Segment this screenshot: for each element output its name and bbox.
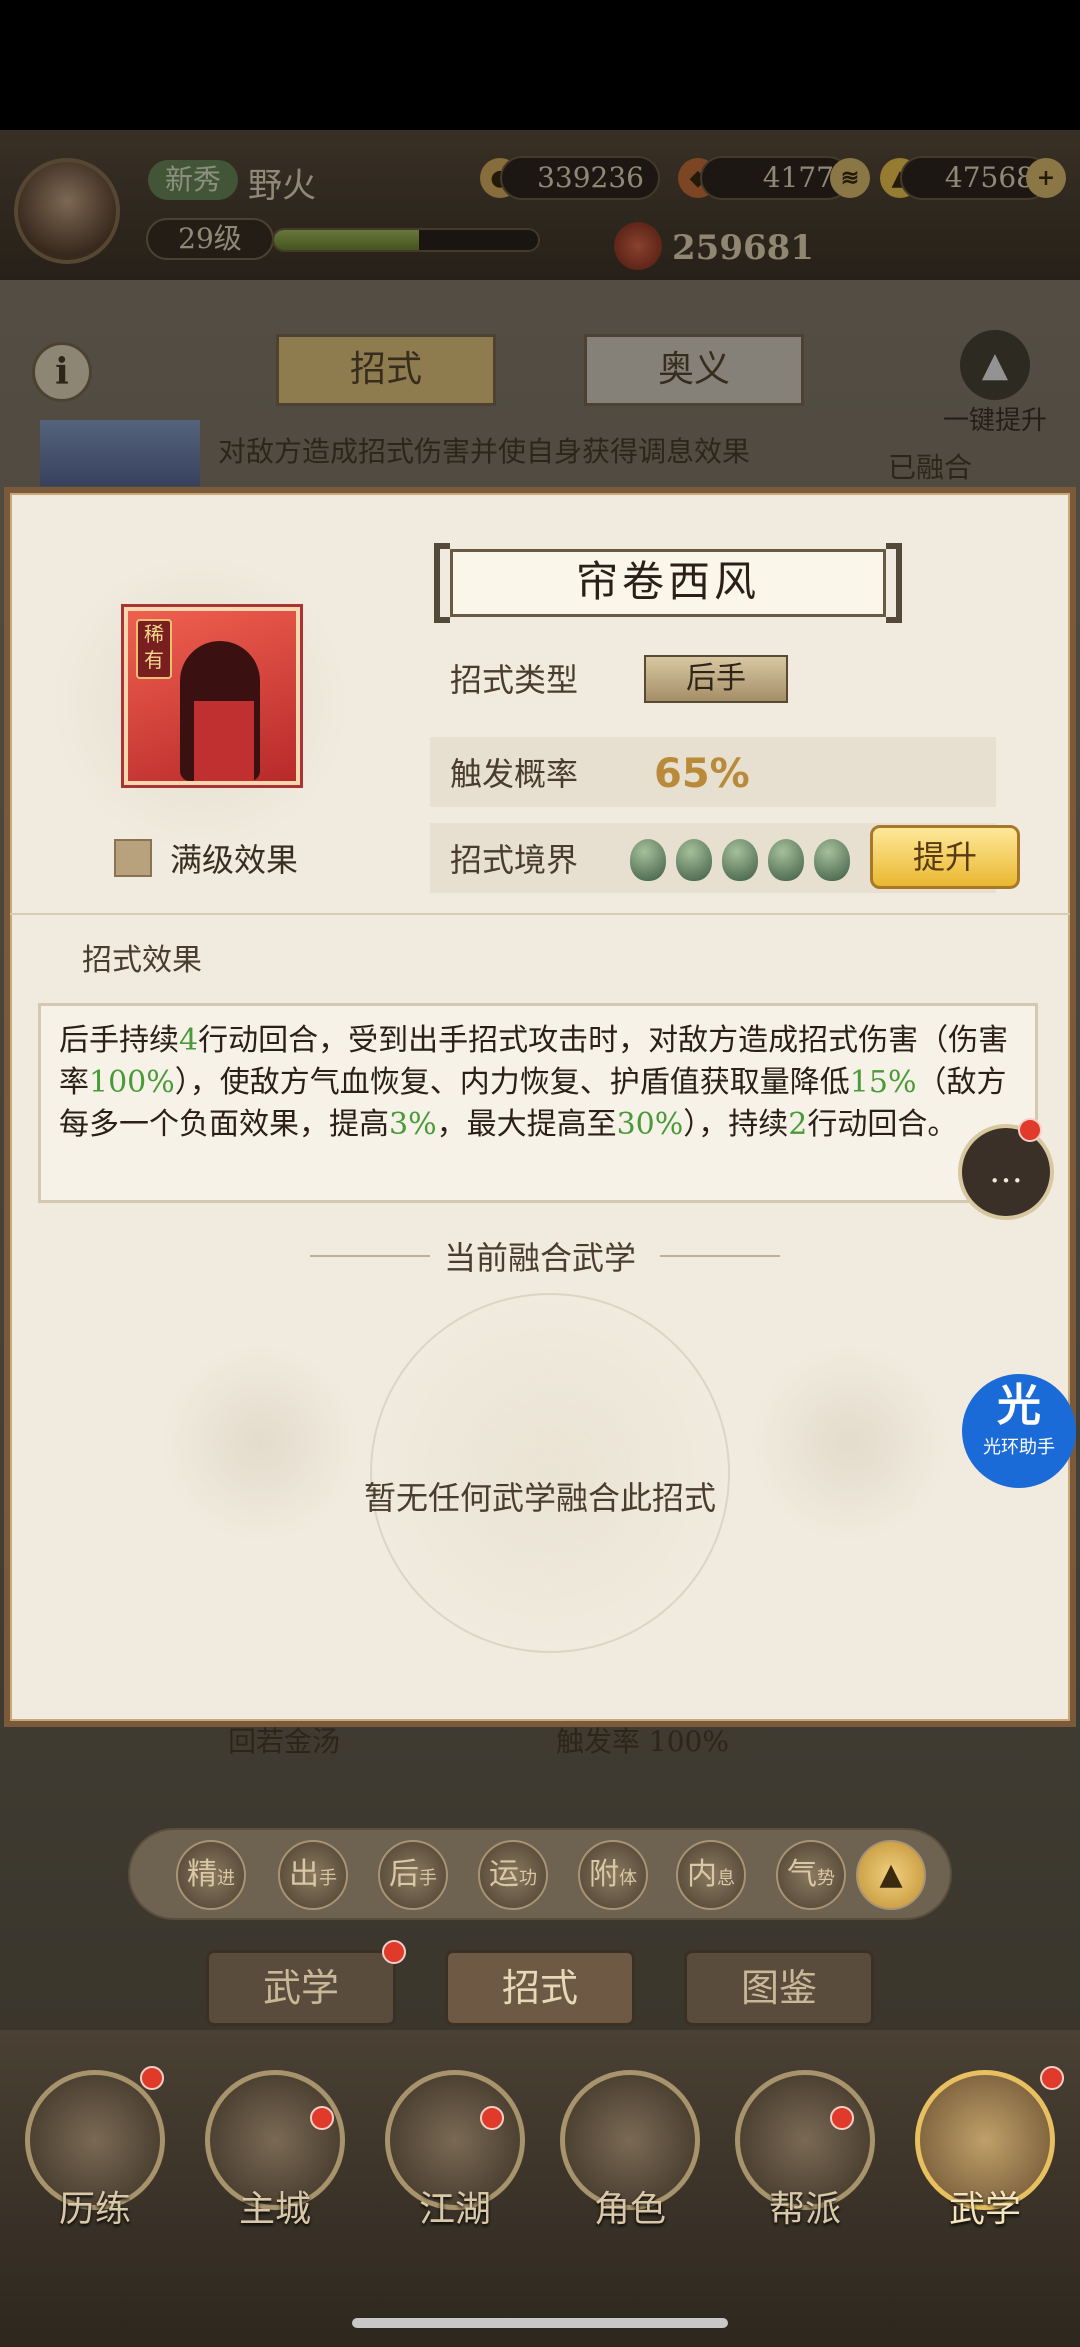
divider [10,913,1070,915]
skill-figure-robe [194,701,254,781]
filter-sub-char: 功 [519,1868,537,1889]
rare-tag: 稀有 [136,619,172,679]
nav-guild-dot [830,2106,854,2130]
type-label: 招式类型 [450,661,579,699]
effect-value: 15% [849,1065,917,1100]
effect-value: 30% [616,1107,684,1142]
filter-button[interactable]: 内息 [676,1840,746,1910]
effect-text: ，最大提高至 [436,1107,617,1142]
filter-button[interactable]: 附体 [578,1840,648,1910]
chat-notification-dot [1018,1118,1042,1142]
filter-collapse-icon[interactable]: ▲ [856,1840,926,1910]
nav-guild-label: 帮派 [768,2189,841,2230]
subtab-martial[interactable]: 武学 [206,1950,396,2026]
filter-sub-char: 手 [319,1868,337,1889]
subtab-codex[interactable]: 图鉴 [684,1950,874,2026]
upgrade-button[interactable]: 提升 [870,825,1020,889]
effect-text: ），使敌方气血恢复、内力恢复、护盾值获取量降低 [174,1065,850,1100]
helper-app-button[interactable]: 光 光环助手 [962,1374,1076,1488]
realm-gourd-icon [768,839,804,881]
subtab-moves[interactable]: 招式 [445,1950,635,2026]
nav-martial-dot [1040,2066,1064,2090]
fusion-title: 当前融合武学 [443,1239,636,1277]
title-bracket-right [886,543,902,623]
nav-martial-label: 武学 [948,2189,1021,2230]
skill-title: 帘卷西风 [450,549,886,617]
filter-main-char: 后 [389,1857,419,1892]
chat-bubble-icon[interactable]: … [958,1124,1054,1220]
filter-sub-char: 势 [817,1868,835,1889]
effect-value: 3% [389,1107,437,1142]
nav-jianghu-dot [480,2106,504,2130]
type-value: 后手 [644,655,788,703]
effect-text: 行动回合。 [807,1107,958,1142]
app-root: 新秀 野火 29级 ● 339236 ◆ 4177 ≋ ▲ 47568 + 25… [0,0,1080,2347]
filter-main-char: 附 [589,1857,619,1892]
skill-icon: 稀有 [121,604,303,788]
effect-description: 后手持续4行动回合，受到出手招式攻击时，对敌方造成招式伤害（伤害率100%），使… [38,1003,1038,1203]
fusion-empty-text: 暂无任何武学融合此招式 [363,1479,716,1517]
filter-main-char: 运 [489,1857,519,1892]
nav-character-label: 角色 [593,2189,666,2230]
rate-value: 65% [654,751,750,797]
title-bracket-left [434,543,450,623]
filter-main-char: 出 [289,1857,319,1892]
filter-button[interactable]: 气势 [776,1840,846,1910]
subtab-martial-dot [382,1940,406,1964]
filter-button[interactable]: 后手 [378,1840,448,1910]
realm-gourd-icon [676,839,712,881]
effect-value: 100% [89,1065,175,1100]
realm-gourd-icon [722,839,758,881]
rate-label: 触发概率 [450,755,579,793]
nav-training[interactable]: 历练 [20,2070,170,2240]
nav-jianghu-label: 江湖 [418,2189,491,2230]
nav-city[interactable]: 主城 [200,2070,350,2240]
nav-city-dot [310,2106,334,2130]
nav-martial[interactable]: 武学 [910,2070,1060,2240]
nav-jianghu[interactable]: 江湖 [380,2070,530,2240]
filter-sub-char: 手 [419,1868,437,1889]
effect-value: 2 [788,1107,808,1142]
filter-main-char: 内 [687,1857,717,1892]
filter-sub-char: 息 [717,1868,735,1889]
filter-main-char: 气 [787,1857,817,1892]
effect-section-label: 招式效果 [82,943,202,978]
filter-button[interactable]: 精进 [176,1840,246,1910]
realm-label: 招式境界 [450,841,579,879]
filter-button[interactable]: 运功 [478,1840,548,1910]
nav-training-label: 历练 [58,2189,131,2230]
filter-sub-char: 体 [619,1868,637,1889]
helper-label: 光环助手 [983,1437,1055,1458]
filter-main-char: 精 [187,1857,217,1892]
filter-button[interactable]: 出手 [278,1840,348,1910]
realm-gourd-icon [814,839,850,881]
nav-training-dot [140,2066,164,2090]
effect-value: 4 [179,1023,199,1058]
max-effect-checkbox[interactable] [114,839,152,877]
realm-gourd-icon [630,839,666,881]
max-effect-label: 满级效果 [170,841,299,879]
home-indicator[interactable] [352,2318,728,2328]
skill-detail-dialog: 稀有 满级效果 帘卷西风 招式类型 后手 触发概率 65% 招式境界 提升 招式… [4,487,1076,1727]
helper-logo-icon: 光 [997,1380,1041,1431]
nav-character[interactable]: 角色 [555,2070,705,2240]
effect-text: ），持续 [683,1107,789,1142]
nav-guild[interactable]: 帮派 [730,2070,880,2240]
nav-city-label: 主城 [238,2189,311,2230]
effect-text: 后手持续 [59,1023,179,1058]
filter-sub-char: 进 [217,1868,235,1889]
